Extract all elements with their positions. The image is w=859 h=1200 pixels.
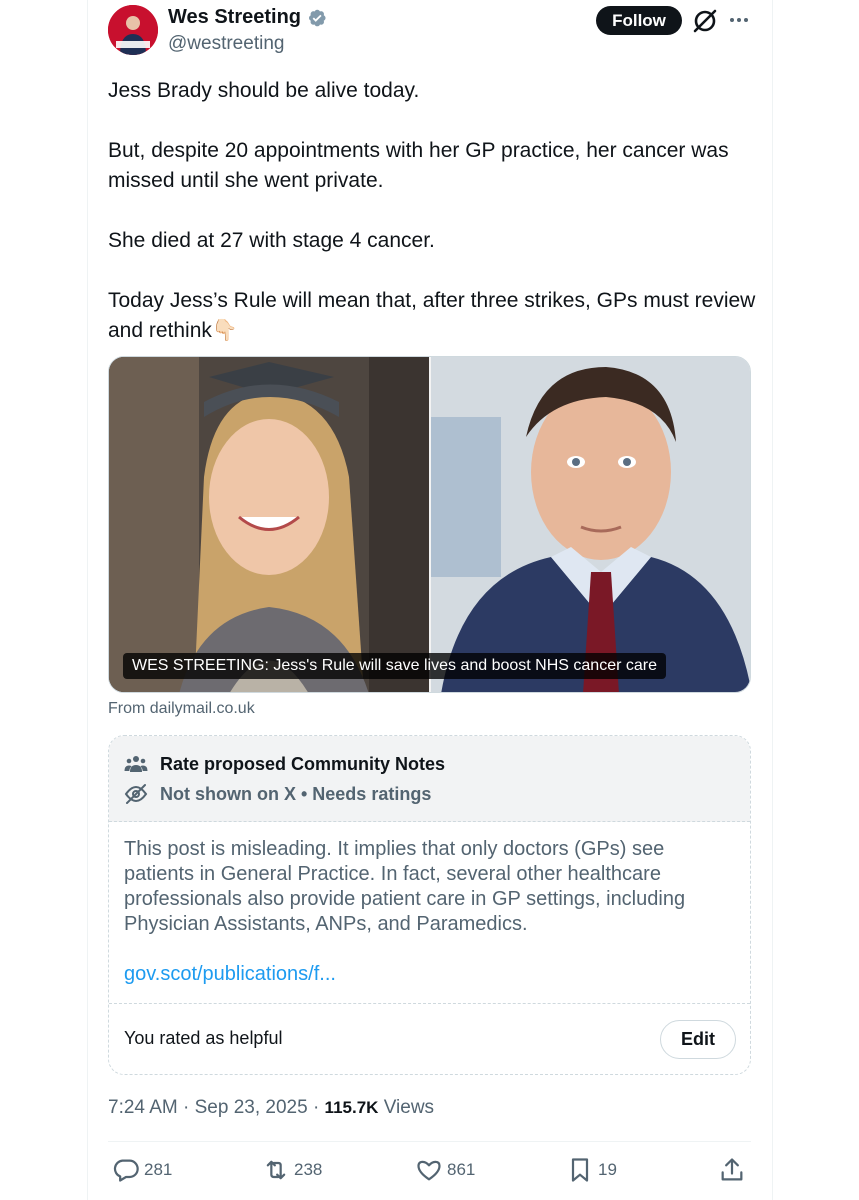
views-count: 115.7K: [324, 1098, 379, 1117]
bookmark-count: 19: [598, 1160, 617, 1179]
community-notes-panel: Rate proposed Community Notes Not shown …: [108, 735, 751, 1075]
tweet-paragraph: Today Jess’s Rule will mean that, after …: [108, 289, 756, 342]
tweet-paragraph: But, despite 20 appointments with her GP…: [108, 139, 729, 192]
media-photo-wes-streeting: [431, 357, 750, 692]
reply-icon: [113, 1159, 139, 1182]
divider: [108, 1141, 751, 1142]
community-notes-status-row: Not shown on X • Needs ratings: [124, 782, 431, 806]
link-source[interactable]: From dailymail.co.uk: [108, 700, 255, 718]
community-note-link[interactable]: gov.scot/publications/f...: [124, 963, 336, 986]
share-action[interactable]: [718, 1156, 746, 1184]
repost-icon: [266, 1160, 286, 1180]
like-action[interactable]: 861: [415, 1156, 475, 1184]
repost-action[interactable]: 238: [262, 1156, 322, 1184]
community-note-text: This post is misleading. It implies that…: [124, 838, 686, 935]
community-notes-header: Rate proposed Community Notes Not shown …: [109, 736, 750, 822]
reply-count: 281: [144, 1160, 173, 1179]
heart-icon: [417, 1160, 441, 1181]
verified-badge-icon: [309, 9, 326, 26]
share-icon: [721, 1158, 743, 1181]
repost-count: 238: [294, 1160, 323, 1179]
media-photo-jess-brady: [109, 357, 429, 692]
link-card-media[interactable]: WES STREETING: Jess's Rule will save liv…: [108, 356, 751, 693]
author-handle[interactable]: @westreeting: [168, 33, 284, 55]
tweet-text: Jess Brady should be alive today. But, d…: [108, 76, 758, 346]
eye-off-icon: [124, 784, 148, 804]
bookmark-icon: [571, 1158, 589, 1182]
avatar[interactable]: [108, 5, 158, 55]
post-time[interactable]: 7:24 AM: [108, 1097, 178, 1118]
grok-icon[interactable]: [692, 8, 718, 34]
reply-action[interactable]: 281: [112, 1156, 172, 1184]
more-options-icon[interactable]: [727, 8, 751, 32]
media-caption: WES STREETING: Jess's Rule will save liv…: [123, 653, 666, 679]
timestamp-separator: ·: [183, 1097, 195, 1118]
follow-button[interactable]: Follow: [596, 6, 682, 35]
post-timestamp: 7:24 AM · Sep 23, 2025 · 115.7K Views: [108, 1097, 434, 1119]
community-notes-title-row[interactable]: Rate proposed Community Notes: [124, 752, 445, 776]
views-label: Views: [383, 1097, 435, 1118]
rating-status: You rated as helpful: [124, 1028, 283, 1048]
bookmark-action[interactable]: 19: [566, 1156, 617, 1184]
tweet-paragraph: Jess Brady should be alive today.: [108, 79, 420, 102]
timestamp-separator: ·: [312, 1097, 325, 1118]
edit-rating-button[interactable]: Edit: [660, 1020, 736, 1059]
community-notes-title: Rate proposed Community Notes: [160, 753, 446, 774]
post-date[interactable]: Sep 23, 2025: [195, 1097, 308, 1118]
author-name-row[interactable]: Wes Streeting: [168, 6, 327, 29]
author-display-name[interactable]: Wes Streeting: [168, 6, 301, 29]
people-icon: [124, 756, 148, 772]
tweet-paragraph: She died at 27 with stage 4 cancer.: [108, 229, 435, 252]
community-notes-footer: You rated as helpful Edit: [109, 1003, 750, 1074]
like-count: 861: [447, 1160, 476, 1179]
community-notes-status: Not shown on X • Needs ratings: [160, 783, 432, 804]
